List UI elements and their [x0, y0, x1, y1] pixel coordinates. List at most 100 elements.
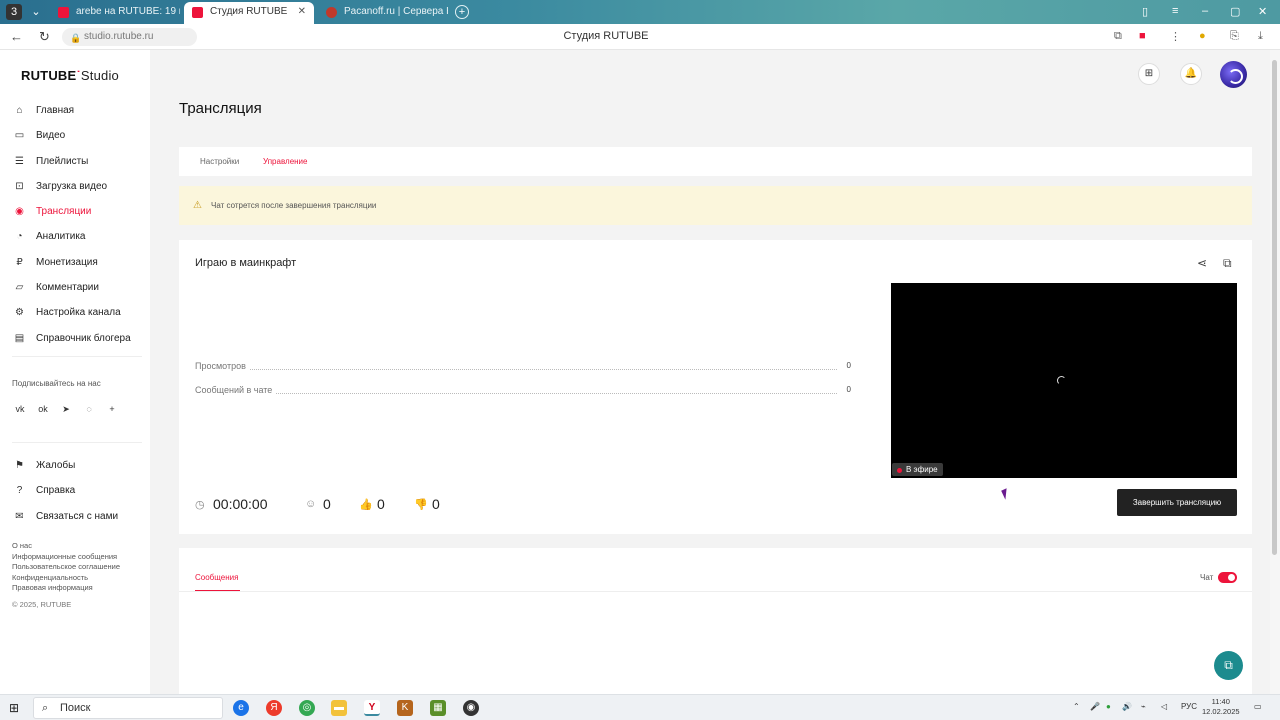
new-tab-button[interactable]: +	[455, 5, 469, 19]
chat-toggle[interactable]	[1218, 572, 1237, 583]
edge-icon[interactable]: e	[233, 700, 249, 716]
dotted-leader	[195, 393, 837, 394]
clock-date: 12.02.2025	[1202, 707, 1240, 716]
sidebar-item-label: Монетизация	[36, 256, 98, 268]
share-icon[interactable]: ⋖	[1197, 256, 1207, 270]
app-icon[interactable]: K	[397, 700, 413, 716]
sidebar-item-monetization[interactable]: ₽ Монетизация	[0, 250, 150, 275]
sidebar-item-home[interactable]: ⌂ Главная	[0, 98, 150, 123]
download-icon[interactable]: ⤓	[1258, 30, 1263, 43]
footer-link-privacy[interactable]: Конфиденциальность	[12, 573, 120, 584]
pacanoff-favicon-icon	[326, 7, 337, 18]
vk-icon[interactable]: vk	[12, 401, 28, 417]
clock-time: 11:40	[1211, 697, 1230, 706]
chrome-icon[interactable]: ◎	[299, 700, 315, 716]
sidebar-item-channel-settings[interactable]: ⚙ Настройка канала	[0, 300, 150, 325]
viewers-icon: ☺	[305, 498, 317, 510]
bell-icon[interactable]: 🔔	[1180, 63, 1202, 85]
sidebar-menu: ⌂ Главная ▭ Видео ☰ Плейлисты ⊡ Загрузка вид…	[0, 98, 150, 351]
search-icon: ⌕	[42, 702, 49, 714]
windows-start-icon[interactable]: ⊞	[9, 701, 19, 715]
sidebar-item-broadcasts[interactable]: ◉ Трансляции	[0, 199, 150, 224]
stream-preview-player[interactable]: В эфире	[891, 283, 1237, 478]
browser-tab-1[interactable]: arebe на RUTUBE: 19 вид	[50, 2, 180, 24]
tab-list-chevron-icon[interactable]: ⌄	[28, 4, 44, 20]
browser-menu-icon[interactable]: 3	[6, 4, 22, 20]
follow-us-label: Подписывайтесь на нас	[12, 379, 101, 388]
rutube-studio-logo[interactable]: RUTUBE˙Studio	[21, 68, 119, 83]
sidebar-item-analytics[interactable]: ◔ Аналитика	[0, 224, 150, 249]
maximize-icon[interactable]: ▢	[1230, 5, 1240, 18]
windows-taskbar: ⊞ ⌕ Поиск e Я ◎ ▬ Y K ▦ ◉ ⌃ 🎤 ● 🔊 ⌁ ◁ РУ…	[0, 694, 1280, 720]
viber-icon[interactable]: ◌	[81, 401, 97, 417]
browser-tab-2[interactable]: Студия RUTUBE ✕	[184, 2, 314, 24]
home-icon: ⌂	[16, 105, 23, 116]
yandex-icon[interactable]: Я	[266, 700, 282, 716]
volume-icon[interactable]: ◁	[1161, 702, 1167, 711]
speaker-icon[interactable]: 🔊	[1122, 702, 1132, 711]
sidebar-item-upload[interactable]: ⊡ Загрузка видео	[0, 174, 150, 199]
mic-icon[interactable]: 🎤	[1090, 702, 1100, 711]
tray-chevron-icon[interactable]: ⌃	[1073, 702, 1080, 711]
sidebar-item-blogger-guide[interactable]: ▤ Справочник блогера	[0, 326, 150, 351]
network-icon[interactable]: ⌁	[1141, 702, 1146, 711]
sidebar-item-label: Справка	[36, 485, 76, 497]
social-links: vk ok ➤ ◌ +	[12, 399, 127, 417]
telegram-icon[interactable]: ➤	[58, 401, 74, 417]
end-stream-button[interactable]: Завершить трансляцию	[1117, 489, 1237, 516]
yandex-browser-icon[interactable]: Y	[364, 700, 380, 716]
minecraft-icon[interactable]: ▦	[430, 700, 446, 716]
analytics-icon: ◔	[16, 231, 23, 243]
minimize-icon[interactable]: –	[1202, 5, 1208, 17]
sidebar-item-label: Комментарии	[36, 282, 99, 294]
open-external-icon[interactable]: ⧉	[1223, 256, 1232, 271]
stat-views: Просмотров 0	[195, 361, 851, 373]
sidebar-item-help[interactable]: ? Справка	[0, 478, 150, 503]
mail-icon: ✉	[15, 510, 24, 522]
sidebar: RUTUBE˙Studio ⌂ Главная ▭ Видео ☰ Плейлисты…	[0, 50, 150, 694]
ok-icon[interactable]: ok	[35, 401, 51, 417]
footer-link-legal[interactable]: Правовая информация	[12, 583, 120, 594]
close-tab-icon[interactable]: ✕	[298, 2, 306, 22]
help-icon: ?	[16, 485, 23, 497]
language-indicator[interactable]: РУС	[1181, 702, 1197, 711]
scrollbar-thumb[interactable]	[1272, 60, 1277, 555]
logo-brand: RUTUBE	[21, 68, 77, 83]
bookmark-icon[interactable]: ■	[1139, 30, 1146, 42]
tab-messages[interactable]: Сообщения	[195, 573, 238, 582]
obs-icon[interactable]: ◉	[463, 700, 479, 716]
chat-warning-alert: ⚠ Чат сотрется после завершения трансляц…	[179, 186, 1252, 225]
collections-icon[interactable]: ▯	[1142, 5, 1148, 18]
footer-link-info[interactable]: Информационные сообщения	[12, 552, 120, 563]
taskbar-search[interactable]: ⌕ Поиск	[33, 697, 223, 719]
sidebar-item-comments[interactable]: ▱ Комментарии	[0, 275, 150, 300]
sidebar-item-contact[interactable]: ✉ Связаться с нами	[0, 504, 150, 529]
rutube-favicon-icon	[58, 7, 69, 18]
monetization-icon: ₽	[16, 256, 23, 268]
extension-icon[interactable]: ●	[1199, 30, 1206, 42]
sidebar-item-playlists[interactable]: ☰ Плейлисты	[0, 149, 150, 174]
avatar[interactable]	[1220, 61, 1247, 88]
tabs-menu-icon[interactable]: ≡	[1172, 5, 1178, 17]
file-explorer-icon[interactable]: ▬	[331, 700, 347, 716]
create-icon[interactable]: ⊞	[1138, 63, 1160, 85]
stat-label: Просмотров	[195, 361, 250, 371]
tab-management[interactable]: Управление	[263, 157, 307, 166]
reader-icon[interactable]: ⧉	[1114, 30, 1122, 43]
tab-settings[interactable]: Настройки	[200, 157, 239, 166]
share-page-icon[interactable]: ⎘	[1230, 30, 1239, 43]
plus-icon[interactable]: +	[104, 401, 120, 417]
more-icon[interactable]: ⋮	[1170, 30, 1181, 43]
close-window-icon[interactable]: ✕	[1258, 5, 1267, 18]
browser-tab-3[interactable]: Pacanoff.ru | Сервера КС	[318, 2, 448, 24]
browser-tab-title: arebe на RUTUBE: 19 вид	[76, 6, 180, 17]
notifications-icon[interactable]: ▭	[1254, 702, 1262, 711]
footer-link-terms[interactable]: Пользовательское соглашение	[12, 562, 120, 573]
support-chat-button[interactable]: ⧉	[1214, 651, 1243, 680]
tray-app-icon[interactable]: ●	[1106, 702, 1111, 711]
sidebar-item-video[interactable]: ▭ Видео	[0, 123, 150, 148]
footer-link-about[interactable]: О нас	[12, 541, 120, 552]
sidebar-item-complaints[interactable]: ⚑ Жалобы	[0, 453, 150, 478]
sidebar-item-label: Жалобы	[36, 460, 76, 471]
taskbar-clock[interactable]: 11:40 12.02.2025	[1202, 697, 1240, 717]
